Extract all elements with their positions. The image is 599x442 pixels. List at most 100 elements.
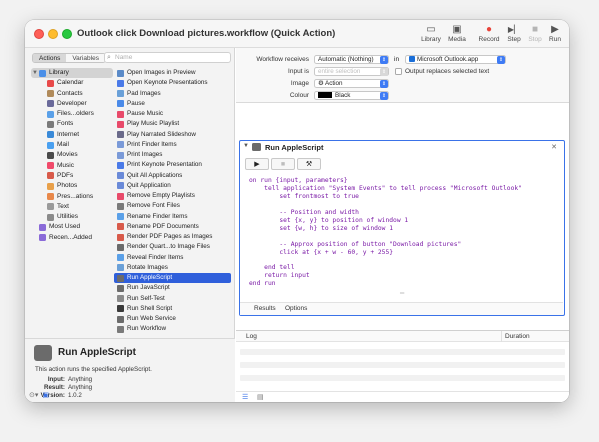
action-menu-icon[interactable]: ⊙▾	[29, 392, 38, 399]
code-line: set frontmost to true	[249, 192, 359, 200]
library-button[interactable]: ▭ Library	[418, 23, 444, 47]
list-item[interactable]: Print Finder Items	[114, 140, 231, 150]
info-toggle-icon[interactable]: ▣	[42, 392, 49, 399]
media-button[interactable]: ▣ Media	[444, 23, 470, 47]
list-item[interactable]: Rename Finder Items	[114, 212, 231, 222]
colour-label: Colour	[289, 92, 309, 99]
tab-variables[interactable]: Variables	[66, 54, 105, 62]
sidebar-item-mail[interactable]: Mail	[31, 140, 113, 150]
script-editor[interactable]: on run {input, parameters} tell applicat…	[249, 177, 522, 288]
sidebar-item-recen-added[interactable]: Recen...Added	[31, 233, 113, 243]
sidebar-item-movies[interactable]: Movies	[31, 150, 113, 160]
list-item[interactable]: Pause	[114, 99, 231, 109]
chevron-updown-icon: ⇕	[380, 92, 388, 100]
code-line: return input	[249, 272, 310, 280]
tab-actions[interactable]: Actions	[33, 54, 67, 62]
list-item[interactable]: Run Workflow	[114, 324, 231, 334]
zoom-window-button[interactable]	[62, 29, 72, 39]
list-item[interactable]: Pad Images	[114, 89, 231, 99]
resize-handle[interactable]: ═	[400, 291, 404, 297]
code-line: end run	[249, 280, 276, 288]
list-item[interactable]: Render Quart...to Image Files	[114, 242, 231, 252]
action-icon	[117, 172, 124, 180]
action-info-panel: Run AppleScript This action runs the spe…	[25, 338, 235, 402]
receives-popup[interactable]: Automatic (Nothing) ⇕	[314, 55, 389, 64]
disclosure-down-icon[interactable]: ▼	[243, 143, 249, 149]
search-input[interactable]: ⌕ Name	[104, 52, 231, 63]
sidebar-item-pdfs[interactable]: PDFs	[31, 171, 113, 181]
tab-results[interactable]: Results	[254, 305, 276, 312]
folder-icon	[47, 141, 54, 149]
run-script-button[interactable]: ▶	[245, 158, 269, 170]
action-icon	[117, 79, 124, 87]
stop-script-button[interactable]: ■	[271, 158, 295, 170]
close-icon[interactable]: ✕	[551, 143, 557, 151]
sidebar-item-developer[interactable]: Developer	[31, 99, 113, 109]
folder-icon	[47, 213, 54, 221]
colour-popup[interactable]: Black ⇕	[314, 91, 389, 100]
list-item[interactable]: Run AppleScript	[114, 273, 231, 284]
list-item[interactable]: Rename PDF Documents	[114, 222, 231, 232]
list-item[interactable]: Print Images	[114, 150, 231, 160]
list-item[interactable]: Open Images in Preview	[114, 68, 231, 78]
record-button[interactable]: ● Record	[476, 23, 502, 47]
list-item[interactable]: Reveal Finder Items	[114, 253, 231, 263]
list-item[interactable]: Rotate Images	[114, 263, 231, 273]
minimize-window-button[interactable]	[48, 29, 58, 39]
sidebar-item-text[interactable]: Text	[31, 202, 113, 212]
list-item[interactable]: Run Shell Script	[114, 304, 231, 314]
output-replaces-label: Output replaces selected text	[405, 68, 490, 75]
list-item[interactable]: Remove Font Files	[114, 201, 231, 211]
input-is-popup[interactable]: entire selection ⇕	[314, 67, 389, 76]
list-view-icon[interactable]: ☰	[242, 393, 248, 401]
list-item[interactable]: Quit Application	[114, 181, 231, 191]
close-window-button[interactable]	[34, 29, 44, 39]
log-row	[240, 362, 565, 368]
list-item[interactable]: Open Keynote Presentations	[114, 78, 231, 88]
sidebar-item-music[interactable]: Music	[31, 161, 113, 171]
column-view-icon[interactable]: ▤	[257, 393, 264, 401]
action-icon	[117, 264, 124, 272]
list-item[interactable]: Pause Music	[114, 109, 231, 119]
output-replaces-checkbox[interactable]	[395, 68, 402, 75]
list-item[interactable]: Print Keynote Presentation	[114, 160, 231, 170]
action-icon	[117, 284, 124, 292]
sidebar-item-internet[interactable]: Internet	[31, 130, 113, 140]
list-item[interactable]: Play Narrated Slideshow	[114, 130, 231, 140]
list-item[interactable]: Remove Empty Playlists	[114, 191, 231, 201]
action-footer: Results Options	[240, 302, 563, 315]
code-line: tell application "System Events" to tell…	[249, 184, 522, 192]
sidebar-item-library[interactable]: ▼ Library	[31, 68, 113, 79]
list-item[interactable]: Run JavaScript	[114, 283, 231, 293]
sidebar-item-photos[interactable]: Photos	[31, 181, 113, 191]
compile-script-button[interactable]: ⚒	[297, 158, 321, 170]
list-item[interactable]: Run Web Service	[114, 314, 231, 324]
sidebar-item-most-used[interactable]: Most Used	[31, 222, 113, 232]
sidebar-item-contacts[interactable]: Contacts	[31, 89, 113, 99]
application-popup[interactable]: Microsoft Outlook.app ⇕	[405, 55, 506, 64]
tab-options[interactable]: Options	[285, 305, 307, 312]
list-item[interactable]: Run Self-Test	[114, 294, 231, 304]
sidebar-item-fonts[interactable]: Fonts	[31, 119, 113, 129]
applescript-icon	[34, 345, 52, 361]
action-icon	[117, 100, 124, 108]
action-icon	[117, 131, 124, 139]
sidebar-item-pres-ations[interactable]: Pres...ations	[31, 192, 113, 202]
disclosure-down-icon[interactable]: ▼	[32, 68, 38, 78]
sidebar-item-utilities[interactable]: Utilities	[31, 212, 113, 222]
list-item[interactable]: Quit All Applications	[114, 171, 231, 181]
action-icon	[117, 110, 124, 118]
list-item[interactable]: Render PDF Pages as Images	[114, 232, 231, 242]
run-button[interactable]: ▶ Run	[542, 23, 568, 47]
run-applescript-action[interactable]: ▼ Run AppleScript ✕ ▶ ■ ⚒ on run {input,…	[239, 140, 565, 316]
action-header[interactable]: ▼ Run AppleScript ✕	[240, 141, 563, 155]
sidebar-item-calendar[interactable]: Calendar	[31, 78, 113, 88]
image-popup[interactable]: ⚙ Action ⇕	[314, 79, 389, 88]
workflow-pane: Workflow receives Automatic (Nothing) ⇕ i…	[236, 48, 569, 402]
window-title: Outlook click Download pictures.workflow…	[77, 28, 336, 39]
sidebar-item-files-olders[interactable]: Files...olders	[31, 109, 113, 119]
list-item[interactable]: Play Music Playlist	[114, 119, 231, 129]
library-bottom-controls: ⊙▾ ▣	[29, 391, 49, 399]
